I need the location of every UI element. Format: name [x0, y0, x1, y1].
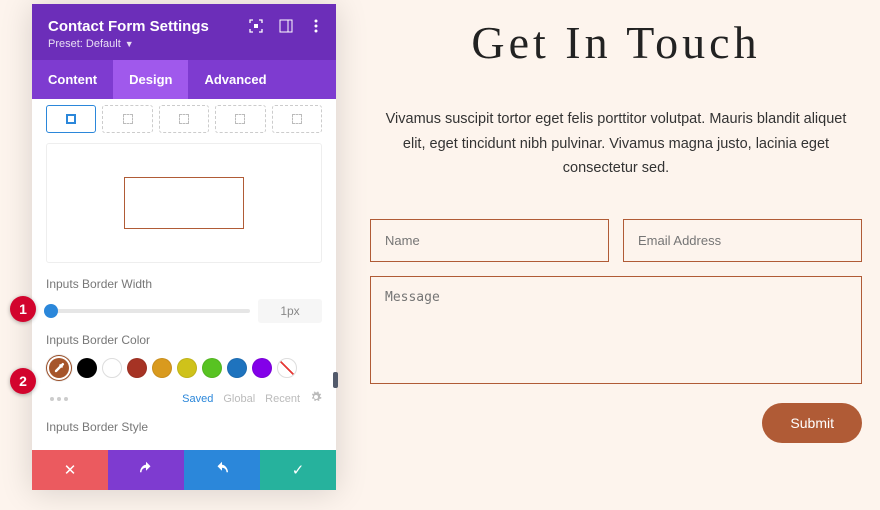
tabs: Content Design Advanced	[32, 60, 336, 99]
swatch-eyedropper[interactable]	[46, 355, 72, 381]
saved-presets-row: Saved Global Recent	[46, 391, 322, 406]
border-side-top[interactable]	[102, 105, 152, 133]
preset-selector[interactable]: Preset: Default ▼	[48, 38, 320, 50]
swatch-green[interactable]	[202, 358, 222, 378]
recent-tab[interactable]: Recent	[265, 393, 300, 405]
border-preview	[46, 143, 322, 263]
border-width-label: Inputs Border Width	[46, 277, 322, 291]
preview-rect	[124, 177, 244, 229]
panel-body: Inputs Border Width 1px Inputs Border Co…	[32, 99, 336, 450]
global-tab[interactable]: Global	[223, 393, 255, 405]
swatch-none[interactable]	[277, 358, 297, 378]
settings-panel: Contact Form Settings Preset: Default ▼	[32, 4, 336, 490]
swatch-red[interactable]	[127, 358, 147, 378]
focus-icon[interactable]	[248, 18, 264, 34]
name-field[interactable]	[370, 219, 609, 262]
border-side-right[interactable]	[159, 105, 209, 133]
border-side-selector	[46, 99, 322, 143]
tab-design[interactable]: Design	[113, 60, 188, 99]
message-field[interactable]	[370, 276, 862, 384]
chevron-down-icon: ▼	[125, 39, 134, 49]
swatch-blue[interactable]	[227, 358, 247, 378]
close-button[interactable]: ✕	[32, 450, 108, 490]
page-preview: Get In Touch Vivamus suscipit tortor ege…	[340, 0, 880, 510]
border-side-left[interactable]	[272, 105, 322, 133]
scroll-indicator[interactable]	[333, 372, 338, 388]
border-side-bottom[interactable]	[215, 105, 265, 133]
swatch-orange[interactable]	[152, 358, 172, 378]
tab-advanced[interactable]: Advanced	[188, 60, 282, 99]
submit-button[interactable]: Submit	[762, 403, 862, 443]
undo-icon	[137, 461, 155, 479]
border-color-label: Inputs Border Color	[46, 333, 322, 347]
eyedropper-icon	[52, 361, 66, 375]
callout-1: 1	[10, 296, 36, 322]
swatch-yellow[interactable]	[177, 358, 197, 378]
confirm-button[interactable]: ✓	[260, 450, 336, 490]
swatch-white[interactable]	[102, 358, 122, 378]
ellipsis-icon[interactable]	[50, 397, 68, 401]
slider-thumb[interactable]	[44, 304, 58, 318]
swatch-black[interactable]	[77, 358, 97, 378]
page-title: Get In Touch	[370, 16, 862, 69]
callout-2: 2	[10, 368, 36, 394]
border-side-all[interactable]	[46, 105, 96, 133]
email-field[interactable]	[623, 219, 862, 262]
saved-tab[interactable]: Saved	[182, 393, 213, 405]
color-swatches	[46, 355, 322, 381]
action-bar: ✕ ✓	[32, 450, 336, 490]
undo-button[interactable]	[108, 450, 184, 490]
border-style-label: Inputs Border Style	[46, 420, 322, 434]
kebab-icon[interactable]	[308, 18, 324, 34]
panel-header: Contact Form Settings Preset: Default ▼	[32, 4, 336, 60]
tab-content[interactable]: Content	[32, 60, 113, 99]
redo-icon	[213, 461, 231, 479]
redo-button[interactable]	[184, 450, 260, 490]
layout-icon[interactable]	[278, 18, 294, 34]
preset-label: Preset: Default	[48, 38, 121, 50]
border-width-slider[interactable]	[46, 309, 250, 313]
border-width-value[interactable]: 1px	[258, 299, 322, 323]
gear-icon[interactable]	[310, 391, 322, 406]
swatch-purple[interactable]	[252, 358, 272, 378]
page-description: Vivamus suscipit tortor eget felis portt…	[370, 107, 862, 181]
